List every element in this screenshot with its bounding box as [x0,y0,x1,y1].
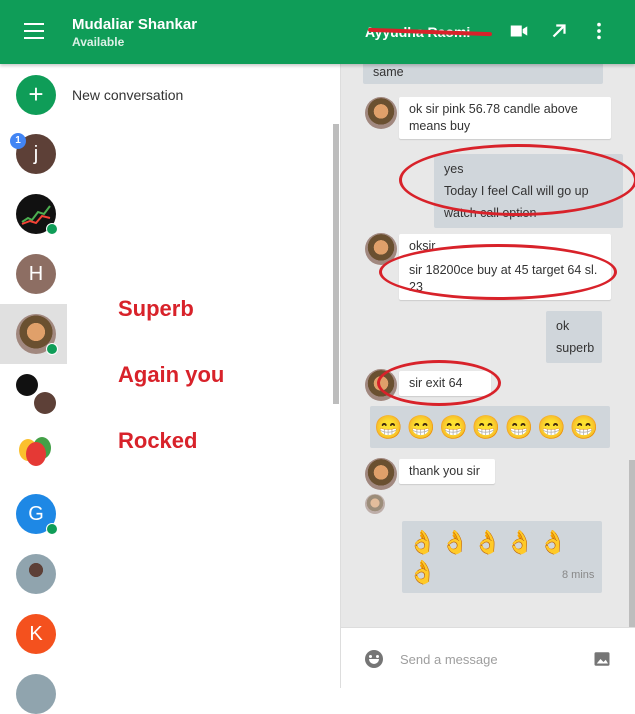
message-text: thank you sir [409,464,480,478]
message-input[interactable] [398,651,572,668]
message-bubble-outgoing: ok superb [546,311,602,363]
more-vert-icon[interactable] [588,20,610,42]
contact-avatar-g[interactable]: G [16,494,58,535]
message-timestamp: 8 mins [562,569,595,581]
emoji-icon[interactable] [365,650,383,668]
contact-avatar-group[interactable] [16,374,56,414]
emoji-message-outgoing: 👌👌👌👌👌👌 [402,521,602,593]
contact-avatar-chart[interactable] [16,194,58,235]
contact-avatar-h[interactable]: H [16,254,56,294]
contact-avatar-k[interactable]: K [16,614,56,654]
contact-avatar-photo[interactable] [16,554,56,594]
message-text: ok [556,319,570,333]
overlay-text-again-you: Again you [118,362,225,387]
message-text: same [373,65,404,79]
annotation-ellipse [399,144,635,216]
contact-avatar-small [365,97,397,129]
read-receipt-avatar [365,494,385,514]
app-header: Mudaliar Shankar Available Ayyudha Raomi [0,0,635,64]
emoji-message-outgoing: 😁😁😁😁😁😁😁 [370,406,610,448]
overlay-text-superb: Superb [118,296,194,321]
message-text: superb [556,341,595,355]
new-conversation-label[interactable]: New conversation [72,87,183,103]
image-icon[interactable] [593,650,611,668]
unread-badge: 1 [10,133,26,149]
menu-icon[interactable] [24,23,44,39]
avatar-initial: j [33,143,39,165]
sidebar-scrollbar[interactable] [333,124,339,404]
user-status[interactable]: Available [72,35,124,49]
balloon-icon [19,437,51,466]
contact-avatar-selected[interactable] [16,314,58,355]
online-indicator [46,523,58,535]
contact-avatar-partial[interactable] [16,674,56,714]
overlay-text-rocked: Rocked [118,428,198,453]
emoji-message: 😁😁😁😁😁😁😁 [374,414,603,440]
avatar-initial: K [29,623,43,645]
message-text: ok sir pink 56.78 candle above means buy [409,102,578,133]
avatar-initial: G [28,503,44,525]
message-bubble-incoming: ok sir pink 56.78 candle above means buy [399,97,611,139]
annotation-ellipse [379,244,617,300]
conversation-list: + New conversation j 1 H G K Superb Agai… [0,64,341,714]
user-name: Mudaliar Shankar [72,16,198,33]
contact-avatar-j[interactable]: j 1 [10,133,56,174]
group-avatar-part [34,392,56,414]
video-call-icon[interactable] [508,20,530,42]
group-avatar-part [16,374,38,396]
message-composer [341,627,635,689]
contact-avatar-balloons[interactable] [16,434,56,474]
chat-scrollbar[interactable] [629,460,635,627]
contact-avatar-small [365,458,397,490]
message-bubble-incoming: thank you sir [399,459,495,484]
chat-panel: same ok sir pink 56.78 candle above mean… [341,64,635,627]
annotation-ellipse [377,360,501,406]
online-indicator [46,343,58,355]
online-indicator [46,223,58,235]
popout-icon[interactable] [548,20,570,42]
avatar-initial: H [28,263,44,285]
message-bubble-outgoing: same [363,64,603,84]
add-icon[interactable]: + [16,75,56,115]
